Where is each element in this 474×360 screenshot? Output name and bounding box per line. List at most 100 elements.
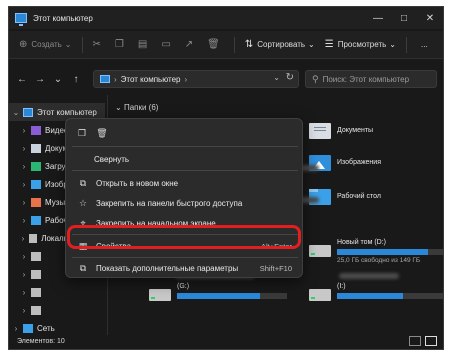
drive-usage-fill bbox=[177, 293, 260, 299]
music-icon bbox=[31, 197, 41, 207]
delete-button[interactable]: 🗑 bbox=[207, 39, 224, 50]
view-button[interactable]: ☰ Просмотреть ⌄ bbox=[325, 39, 396, 50]
chevron-down-icon: ⌄ bbox=[64, 40, 72, 49]
drive-name: (I:) bbox=[337, 283, 346, 290]
menu-item-label: Закрепить на панели быстрого доступа bbox=[96, 198, 243, 208]
close-icon[interactable]: ✕ bbox=[417, 7, 443, 29]
blurred-label bbox=[339, 273, 399, 279]
copy-button[interactable]: ❐ bbox=[115, 39, 128, 50]
chevron-right-icon: › bbox=[21, 233, 25, 243]
search-placeholder: Поиск: Этот компьютер bbox=[322, 74, 410, 84]
trash-icon[interactable]: 🗑 bbox=[92, 124, 112, 142]
title-bar: Этот компьютер — □ ✕ bbox=[9, 7, 443, 29]
recent-chevron-icon[interactable]: ⌄ bbox=[49, 74, 67, 85]
this-pc-icon bbox=[23, 107, 33, 117]
desktop-icon bbox=[31, 215, 41, 225]
rename-button[interactable]: ▭ bbox=[161, 39, 174, 50]
drive-icon bbox=[31, 287, 41, 297]
menu-item-more-options[interactable]: ⧉ Показать дополнительные параметры Shif… bbox=[70, 258, 300, 278]
cut-button[interactable]: ✂ bbox=[93, 39, 105, 50]
command-bar: ⊕ Создать ⌄ ✂ ❐ ▤ ▭ ↗ 🗑 ⇅ Сортировать ⌄ … bbox=[9, 31, 443, 59]
view-icon: ☰ bbox=[324, 39, 334, 50]
this-pc-icon bbox=[100, 75, 110, 83]
paste-icon: ▤ bbox=[137, 39, 148, 50]
address-bar[interactable]: › Этот компьютер › ⌄ ↻ bbox=[93, 70, 299, 88]
copy-icon: ❐ bbox=[114, 39, 124, 50]
drive-d[interactable]: Новый том (D:) 25,0 ГБ свободно из 149 Г… bbox=[309, 239, 443, 271]
menu-item-collapse[interactable]: Свернуть bbox=[70, 149, 300, 169]
chevron-right-icon: › bbox=[22, 269, 26, 279]
sidebar-item-drive[interactable]: › bbox=[9, 283, 105, 301]
chevron-right-icon: › bbox=[22, 179, 26, 189]
folder-documents[interactable]: Документы bbox=[309, 121, 373, 139]
folder-pictures[interactable]: Изображения bbox=[309, 153, 381, 171]
more-options-icon: ⧉ bbox=[79, 262, 87, 273]
up-arrow-icon[interactable]: ↑ bbox=[67, 74, 85, 85]
maximize-icon[interactable]: □ bbox=[391, 7, 417, 29]
sort-button[interactable]: ⇅ Сортировать ⌄ bbox=[245, 39, 315, 50]
scissors-icon: ✂ bbox=[92, 39, 101, 50]
forward-arrow-icon[interactable]: → bbox=[31, 74, 49, 85]
context-menu-quick-actions: ❐ 🗑 bbox=[72, 124, 112, 142]
toolbar-separator bbox=[405, 36, 407, 53]
drive-name: Новый том (D:) bbox=[337, 239, 386, 246]
toolbar-separator bbox=[233, 36, 235, 53]
drive-g[interactable]: (G:) bbox=[149, 283, 289, 315]
back-arrow-icon[interactable]: ← bbox=[13, 74, 31, 85]
menu-item-open-new-window[interactable]: ⧉ Открыть в новом окне bbox=[70, 173, 300, 193]
drive-free-space: 25,0 ГБ свободно из 149 ГБ bbox=[337, 257, 421, 264]
chevron-down-icon: ⌄ bbox=[389, 40, 396, 49]
folders-group-header[interactable]: ⌄ Папки (6) bbox=[115, 103, 158, 112]
breadcrumb-chevron-icon: › bbox=[184, 74, 188, 84]
menu-item-label: Свернуть bbox=[94, 154, 130, 164]
trash-icon: 🗑 bbox=[207, 39, 220, 50]
drive-name: (G:) bbox=[177, 283, 190, 290]
toolbar-separator bbox=[81, 36, 83, 53]
paste-button[interactable]: ▤ bbox=[138, 39, 151, 50]
chevron-down-icon[interactable]: ⌄ bbox=[273, 73, 280, 82]
share-button[interactable]: ↗ bbox=[185, 39, 197, 50]
chevron-right-icon: › bbox=[22, 287, 26, 297]
drive-i[interactable]: (I:) bbox=[309, 283, 443, 315]
tiles-view-icon[interactable] bbox=[425, 336, 437, 346]
search-icon: ⚲ bbox=[312, 73, 319, 84]
menu-separator bbox=[72, 170, 298, 171]
folder-label: Документы bbox=[337, 126, 374, 134]
menu-item-label: Открыть в новом окне bbox=[96, 178, 179, 188]
copy-icon[interactable]: ❐ bbox=[72, 124, 92, 142]
drive-icon bbox=[31, 269, 41, 279]
sidebar-item-label: Этот компьютер bbox=[37, 107, 97, 117]
minimize-icon[interactable]: — bbox=[365, 7, 391, 29]
chevron-right-icon: › bbox=[22, 161, 26, 171]
chevron-right-icon: › bbox=[14, 323, 18, 333]
share-icon: ↗ bbox=[184, 39, 194, 50]
more-options-button[interactable]: ... bbox=[421, 40, 428, 49]
folder-desktop[interactable]: Рабочий стол bbox=[309, 187, 381, 205]
chevron-right-icon: › bbox=[22, 197, 26, 207]
drive-icon bbox=[309, 245, 331, 257]
drive-usage-bar bbox=[177, 293, 287, 299]
details-view-icon[interactable] bbox=[409, 336, 421, 346]
search-input[interactable]: ⚲ Поиск: Этот компьютер bbox=[305, 70, 437, 88]
shortcut-label: Shift+F10 bbox=[259, 263, 292, 273]
video-icon bbox=[31, 125, 41, 135]
drive-usage-bar bbox=[337, 249, 443, 255]
menu-item-pin-quick-access[interactable]: ☆ Закрепить на панели быстрого доступа bbox=[70, 193, 300, 213]
document-icon bbox=[31, 143, 41, 153]
network-icon bbox=[23, 323, 33, 333]
chevron-down-icon: ⌄ bbox=[308, 40, 315, 49]
create-button[interactable]: ⊕ Создать ⌄ bbox=[19, 39, 72, 50]
sidebar-item-drive[interactable]: › bbox=[9, 301, 105, 319]
create-label: Создать bbox=[31, 40, 62, 49]
chevron-down-icon: ⌄ bbox=[115, 103, 122, 112]
refresh-icon[interactable]: ↻ bbox=[286, 72, 294, 83]
status-bar: Элементов: 10 bbox=[9, 333, 443, 349]
drive-icon bbox=[309, 289, 331, 301]
drive-usage-fill bbox=[337, 249, 429, 255]
download-icon bbox=[31, 161, 41, 171]
group-header-label: Папки (6) bbox=[123, 103, 159, 112]
chevron-right-icon: › bbox=[22, 305, 26, 315]
pin-star-icon: ☆ bbox=[78, 197, 88, 208]
drive-icon bbox=[149, 289, 171, 301]
menu-separator bbox=[72, 146, 298, 147]
